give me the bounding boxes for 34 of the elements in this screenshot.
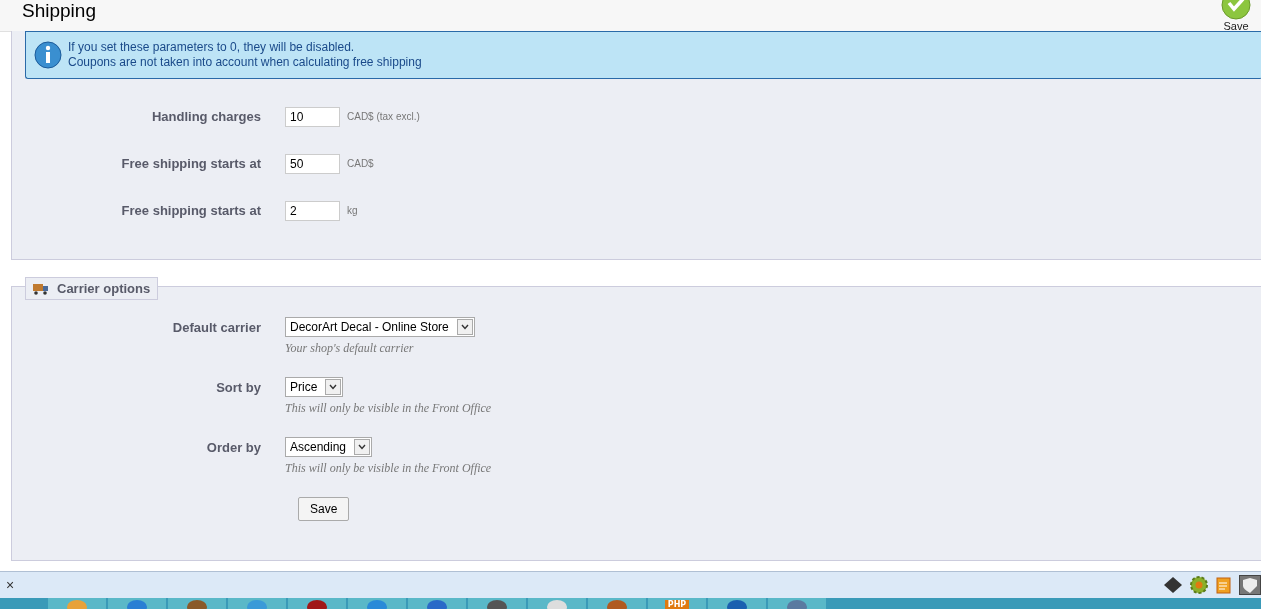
page-title: Shipping [22, 0, 96, 22]
dropdown[interactable]: Ascending [285, 437, 373, 457]
hint-text: This will only be visible in the Front Office [285, 401, 492, 416]
caret-icon [325, 379, 342, 395]
field-label: Handling charges [150, 109, 262, 124]
caret-icon [456, 319, 473, 335]
info-text: Coupons are not taken into account when calculating free shipping [68, 55, 422, 70]
input-field[interactable]: 50 [285, 153, 340, 174]
caret-icon [354, 439, 371, 455]
field-label: Sort by [215, 379, 262, 395]
unit-label: CAD$ [347, 158, 374, 169]
field-label: Free shipping starts at [120, 203, 262, 218]
truck-icon [33, 282, 49, 295]
save-button[interactable]: Save [1221, 0, 1251, 32]
unit-label: CAD$ (tax excl.) [347, 111, 420, 122]
field-label: Free shipping starts at [120, 156, 262, 171]
dropdown[interactable]: Price [285, 377, 344, 397]
field-label: Order by [205, 439, 262, 455]
save-button[interactable]: Save [298, 497, 350, 521]
input-field[interactable]: 10 [285, 106, 340, 127]
shield-icon[interactable] [1239, 575, 1261, 595]
input-field[interactable]: 2 [285, 200, 340, 221]
legend-text: Carrier options [57, 281, 151, 296]
gear-icon[interactable] [1189, 576, 1209, 594]
info-icon [34, 41, 62, 69]
dropdown[interactable]: DecorArt Decal - Online Store [285, 317, 475, 337]
unit-label: kg [347, 205, 358, 216]
hint-text: Your shop's default carrier [285, 341, 415, 356]
info-text: If you set these parameters to 0, they will be disabled. [68, 40, 356, 55]
notepad-icon[interactable] [1215, 576, 1233, 594]
close-button[interactable]: × [4, 577, 17, 593]
php-label: PHP [664, 600, 690, 609]
field-label: Default carrier [171, 319, 262, 335]
hint-text: This will only be visible in the Front Office [285, 461, 492, 476]
